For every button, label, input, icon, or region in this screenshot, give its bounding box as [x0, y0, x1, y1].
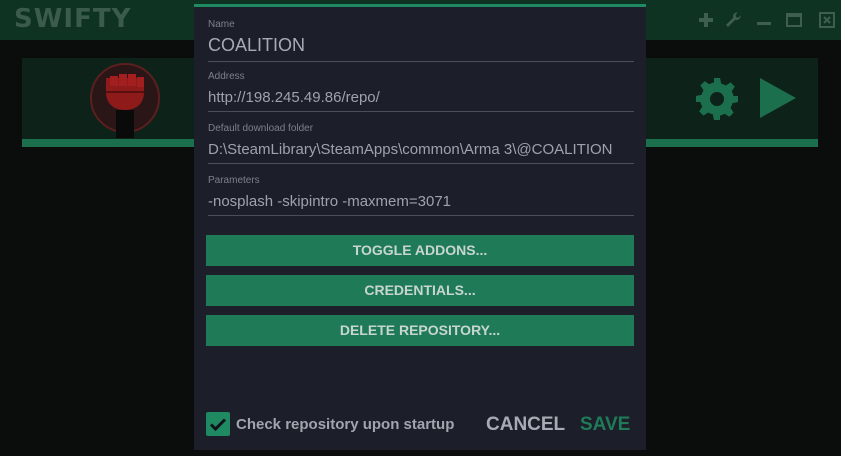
play-icon[interactable]	[756, 76, 798, 120]
check-on-startup-label: Check repository upon startup	[236, 415, 455, 433]
plus-icon[interactable]	[696, 10, 716, 30]
address-field[interactable]: Address http://198.245.49.86/repo/	[208, 71, 634, 112]
check-on-startup-checkbox[interactable]	[206, 412, 230, 436]
credentials-button[interactable]: CREDENTIALS...	[206, 275, 634, 306]
check-on-startup-option[interactable]: Check repository upon startup	[206, 411, 454, 437]
name-field[interactable]: Name COALITION	[208, 19, 634, 62]
wrench-icon[interactable]	[723, 10, 743, 30]
delete-repository-button[interactable]: DELETE REPOSITORY...	[206, 315, 634, 346]
address-label: Address	[208, 71, 245, 82]
name-label: Name	[208, 19, 235, 30]
close-icon[interactable]	[817, 10, 837, 30]
repository-settings-dialog: Name COALITION Address http://198.245.49…	[194, 4, 646, 450]
name-input[interactable]: COALITION	[208, 35, 634, 62]
address-input[interactable]: http://198.245.49.86/repo/	[208, 89, 634, 112]
toggle-addons-button[interactable]: TOGGLE ADDONS...	[206, 235, 634, 266]
save-button[interactable]: SAVE	[580, 414, 630, 436]
raised-fist-logo	[88, 58, 162, 142]
download-folder-field[interactable]: Default download folder D:\SteamLibrary\…	[208, 123, 634, 164]
app-title: SWIFTY	[14, 4, 132, 34]
maximize-icon[interactable]	[784, 10, 804, 30]
parameters-input[interactable]: -nosplash -skipintro -maxmem=3071	[208, 193, 634, 216]
parameters-field[interactable]: Parameters -nosplash -skipintro -maxmem=…	[208, 175, 634, 216]
gear-icon[interactable]	[694, 76, 740, 122]
parameters-label: Parameters	[208, 175, 260, 186]
checkmark-icon	[209, 418, 227, 432]
minimize-icon[interactable]	[754, 10, 774, 30]
download-folder-label: Default download folder	[208, 123, 314, 134]
cancel-button[interactable]: CANCEL	[486, 414, 565, 436]
download-folder-input[interactable]: D:\SteamLibrary\SteamApps\common\Arma 3\…	[208, 141, 634, 164]
